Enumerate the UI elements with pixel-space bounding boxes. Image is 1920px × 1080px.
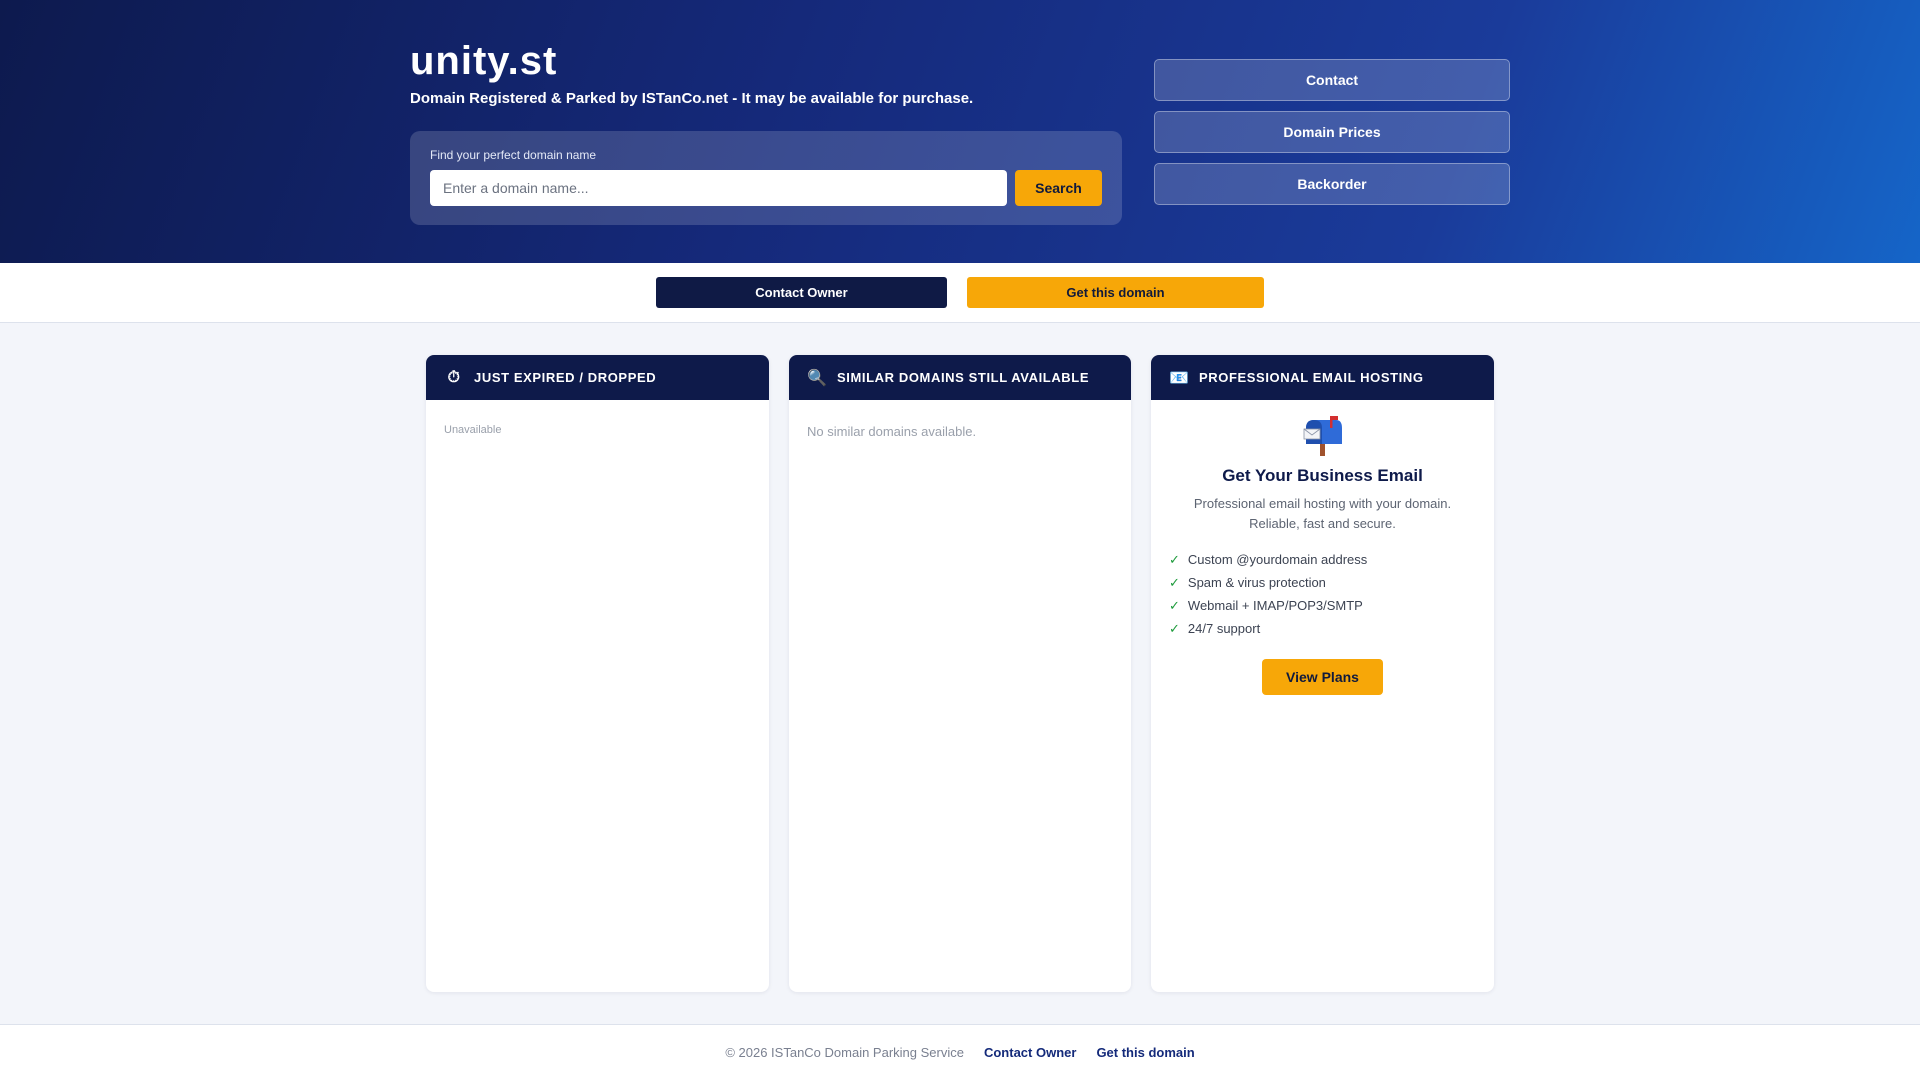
domain-title: unity.st <box>410 39 558 83</box>
search-row: Search <box>430 170 1102 206</box>
expired-domains-card: ⏱ JUST EXPIRED / DROPPED Unavailable <box>426 355 769 992</box>
domain-prices-button[interactable]: Domain Prices <box>1154 111 1510 153</box>
cta-bar: Contact Owner Get this domain <box>0 263 1920 323</box>
card-title: PROFESSIONAL EMAIL HOSTING <box>1199 370 1424 385</box>
backorder-button[interactable]: Backorder <box>1154 163 1510 205</box>
search-button[interactable]: Search <box>1015 170 1102 206</box>
card-title: SIMILAR DOMAINS STILL AVAILABLE <box>837 370 1090 385</box>
list-item: ✓ Spam & virus protection <box>1169 571 1476 594</box>
card-body: No similar domains available. <box>789 400 1131 457</box>
hero-banner: unity.st Domain Registered & Parked by I… <box>0 0 1920 263</box>
stopwatch-icon: ⏱ <box>447 368 461 386</box>
feature-text: Webmail + IMAP/POP3/SMTP <box>1187 598 1363 613</box>
similar-status-text: No similar domains available. <box>807 424 977 439</box>
get-domain-button[interactable]: Get this domain <box>967 277 1264 308</box>
check-icon: ✓ <box>1169 552 1180 567</box>
card-body: Unavailable <box>426 400 769 454</box>
similar-domains-card: 🔍 SIMILAR DOMAINS STILL AVAILABLE No sim… <box>789 355 1131 992</box>
list-item: ✓ Custom @yourdomain address <box>1169 548 1476 571</box>
domain-search-panel: Find your perfect domain name Search <box>410 131 1122 225</box>
magnifier-icon: 🔍 <box>807 369 828 387</box>
email-hosting-card: 📧 PROFESSIONAL EMAIL HOSTING Get Your Bu… <box>1151 355 1494 992</box>
hero-actions: Contact Domain Prices Backorder <box>1154 59 1510 215</box>
domain-search-input[interactable] <box>430 170 1007 206</box>
list-item: ✓ Webmail + IMAP/POP3/SMTP <box>1169 594 1476 617</box>
contact-owner-button[interactable]: Contact Owner <box>656 277 947 308</box>
card-header: 📧 PROFESSIONAL EMAIL HOSTING <box>1151 355 1494 400</box>
list-item: ✓ 24/7 support <box>1169 617 1476 640</box>
feature-text: Custom @yourdomain address <box>1187 552 1368 567</box>
mailbox-icon <box>1303 416 1342 456</box>
feature-text: 24/7 support <box>1187 621 1261 636</box>
card-header: 🔍 SIMILAR DOMAINS STILL AVAILABLE <box>789 355 1131 400</box>
email-description: Professional email hosting with your dom… <box>1193 496 1452 531</box>
hero-left: unity.st Domain Registered & Parked by I… <box>410 38 1122 225</box>
domain-subtitle: Domain Registered & Parked by ISTanCo.ne… <box>410 90 974 107</box>
card-body: Get Your Business Email Professional ema… <box>1151 400 1494 713</box>
footer-get-domain-link[interactable]: Get this domain <box>1096 1045 1194 1060</box>
search-label: Find your perfect domain name <box>430 148 597 162</box>
expired-status-text: Unavailable <box>444 424 502 436</box>
check-icon: ✓ <box>1169 575 1180 590</box>
check-icon: ✓ <box>1169 598 1180 613</box>
email-icon: 📧 <box>1169 369 1190 387</box>
card-title: JUST EXPIRED / DROPPED <box>474 370 657 385</box>
view-plans-button[interactable]: View Plans <box>1262 659 1383 695</box>
feature-text: Spam & virus protection <box>1187 575 1326 590</box>
card-header: ⏱ JUST EXPIRED / DROPPED <box>426 355 769 400</box>
feature-list: ✓ Custom @yourdomain address ✓ Spam & viru… <box>1169 548 1476 640</box>
footer-copyright: © 2026 ISTanCo Domain Parking Service <box>725 1045 964 1060</box>
contact-button[interactable]: Contact <box>1154 59 1510 101</box>
page-footer: © 2026 ISTanCo Domain Parking Service Co… <box>0 1024 1920 1080</box>
check-icon: ✓ <box>1169 621 1180 636</box>
email-heading: Get Your Business Email <box>1222 466 1423 485</box>
footer-contact-owner-link[interactable]: Contact Owner <box>984 1045 1076 1060</box>
